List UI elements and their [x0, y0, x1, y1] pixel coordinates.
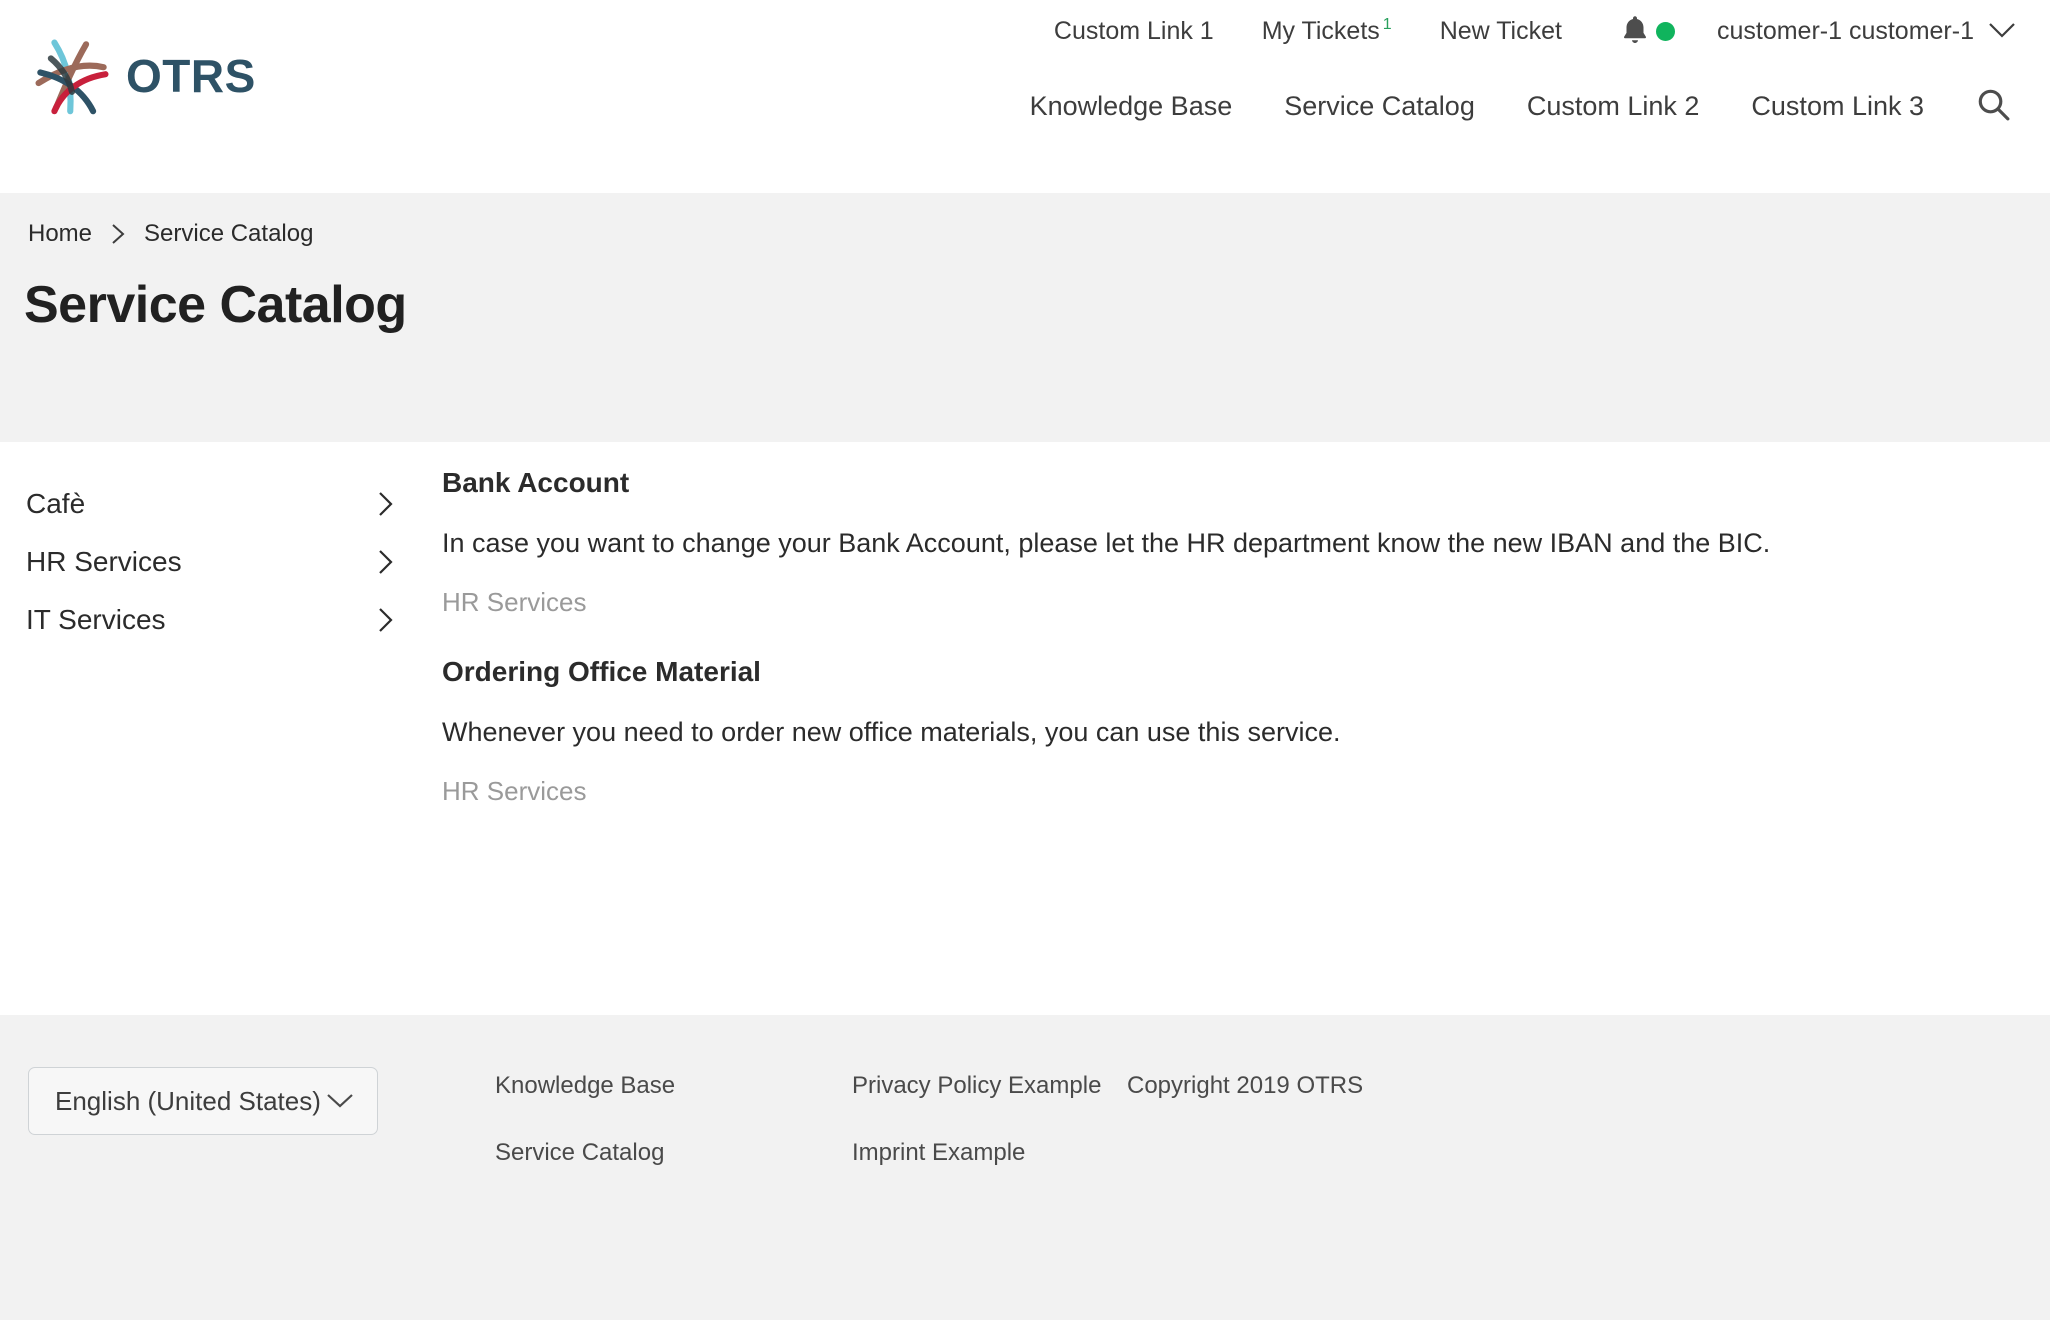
- otrs-logo-icon: [28, 32, 116, 120]
- logo[interactable]: OTRS: [28, 32, 256, 120]
- top-link-my-tickets[interactable]: My Tickets 1: [1238, 17, 1416, 46]
- footer-imprint[interactable]: Imprint Example: [852, 1139, 1127, 1167]
- nav-knowledge-base[interactable]: Knowledge Base: [1004, 91, 1259, 122]
- chevron-right-icon: [376, 489, 396, 519]
- logo-text: OTRS: [126, 50, 256, 102]
- footer-privacy-policy[interactable]: Privacy Policy Example: [852, 1072, 1127, 1100]
- service-category: HR Services: [442, 775, 587, 806]
- sidebar-item-hr-services[interactable]: HR Services: [0, 533, 420, 591]
- online-status-dot: [1655, 21, 1675, 41]
- language-select-value: English (United States): [55, 1085, 321, 1116]
- nav-custom-link-3[interactable]: Custom Link 3: [1725, 91, 1950, 122]
- bell-icon: [1620, 14, 1650, 48]
- breadcrumb: Home Service Catalog: [28, 220, 313, 248]
- footer-column-3: Copyright 2019 OTRS: [1127, 1072, 1363, 1206]
- service-title[interactable]: Ordering Office Material: [442, 656, 2022, 688]
- service-description: In case you want to change your Bank Acc…: [442, 528, 1771, 558]
- footer-column-2: Privacy Policy Example Imprint Example: [852, 1072, 1127, 1206]
- primary-nav: Knowledge Base Service Catalog Custom Li…: [1004, 62, 2026, 150]
- sidebar-item-label: IT Services: [26, 604, 166, 635]
- chevron-down-icon: [1988, 17, 2016, 46]
- search-icon: [1976, 87, 2012, 126]
- chevron-right-icon: [110, 222, 126, 246]
- breadcrumb-current: Service Catalog: [144, 220, 314, 247]
- chevron-down-icon: [325, 1086, 355, 1117]
- notifications-button[interactable]: [1586, 14, 1693, 48]
- service-title[interactable]: Bank Account: [442, 467, 2022, 499]
- page-header-band: Home Service Catalog Service Catalog: [0, 193, 2050, 442]
- sidebar-item-cafe[interactable]: Cafè: [0, 475, 420, 533]
- top-link-new-ticket[interactable]: New Ticket: [1416, 17, 1586, 46]
- site-header: OTRS Custom Link 1 My Tickets 1 New Ticke…: [0, 0, 2050, 193]
- footer-service-catalog[interactable]: Service Catalog: [495, 1139, 852, 1167]
- nav-service-catalog[interactable]: Service Catalog: [1258, 91, 1501, 122]
- sidebar-item-it-services[interactable]: IT Services: [0, 591, 420, 649]
- breadcrumb-home[interactable]: Home: [28, 220, 92, 248]
- nav-custom-link-2[interactable]: Custom Link 2: [1501, 91, 1726, 122]
- copyright-text: Copyright 2019 OTRS: [1127, 1072, 1364, 1099]
- top-link-my-tickets-label: My Tickets: [1261, 16, 1380, 45]
- chevron-right-icon: [376, 605, 396, 635]
- language-select[interactable]: English (United States): [28, 1067, 378, 1135]
- user-menu[interactable]: customer-1 customer-1: [1693, 17, 2026, 46]
- main-content: Cafè HR Services IT Services Bank Accoun…: [0, 442, 2050, 1015]
- chevron-right-icon: [376, 547, 396, 577]
- footer-column-1: Knowledge Base Service Catalog: [495, 1072, 852, 1206]
- service-description: Whenever you need to order new office ma…: [442, 716, 1341, 747]
- footer-knowledge-base[interactable]: Knowledge Base: [495, 1072, 852, 1100]
- user-name: customer-1 customer-1: [1716, 16, 1974, 45]
- service-item[interactable]: Bank Account In case you want to change …: [442, 467, 2022, 618]
- top-utility-nav: Custom Link 1 My Tickets 1 New Ticket cus…: [1030, 0, 2026, 62]
- my-tickets-count-badge: 1: [1382, 16, 1392, 34]
- footer-links: Knowledge Base Service Catalog Privacy P…: [495, 1072, 1363, 1206]
- sidebar-item-label: HR Services: [26, 546, 182, 577]
- page-title: Service Catalog: [24, 276, 407, 334]
- service-list: Bank Account In case you want to change …: [420, 442, 2050, 1015]
- search-button[interactable]: [1950, 87, 2026, 126]
- top-link-custom-link-1[interactable]: Custom Link 1: [1030, 17, 1238, 46]
- sidebar-item-label: Cafè: [26, 488, 86, 519]
- service-category: HR Services: [442, 586, 587, 617]
- site-footer: English (United States) Knowledge Base S…: [0, 1015, 2050, 1320]
- service-item[interactable]: Ordering Office Material Whenever you ne…: [442, 656, 2022, 807]
- category-sidebar: Cafè HR Services IT Services: [0, 442, 420, 1015]
